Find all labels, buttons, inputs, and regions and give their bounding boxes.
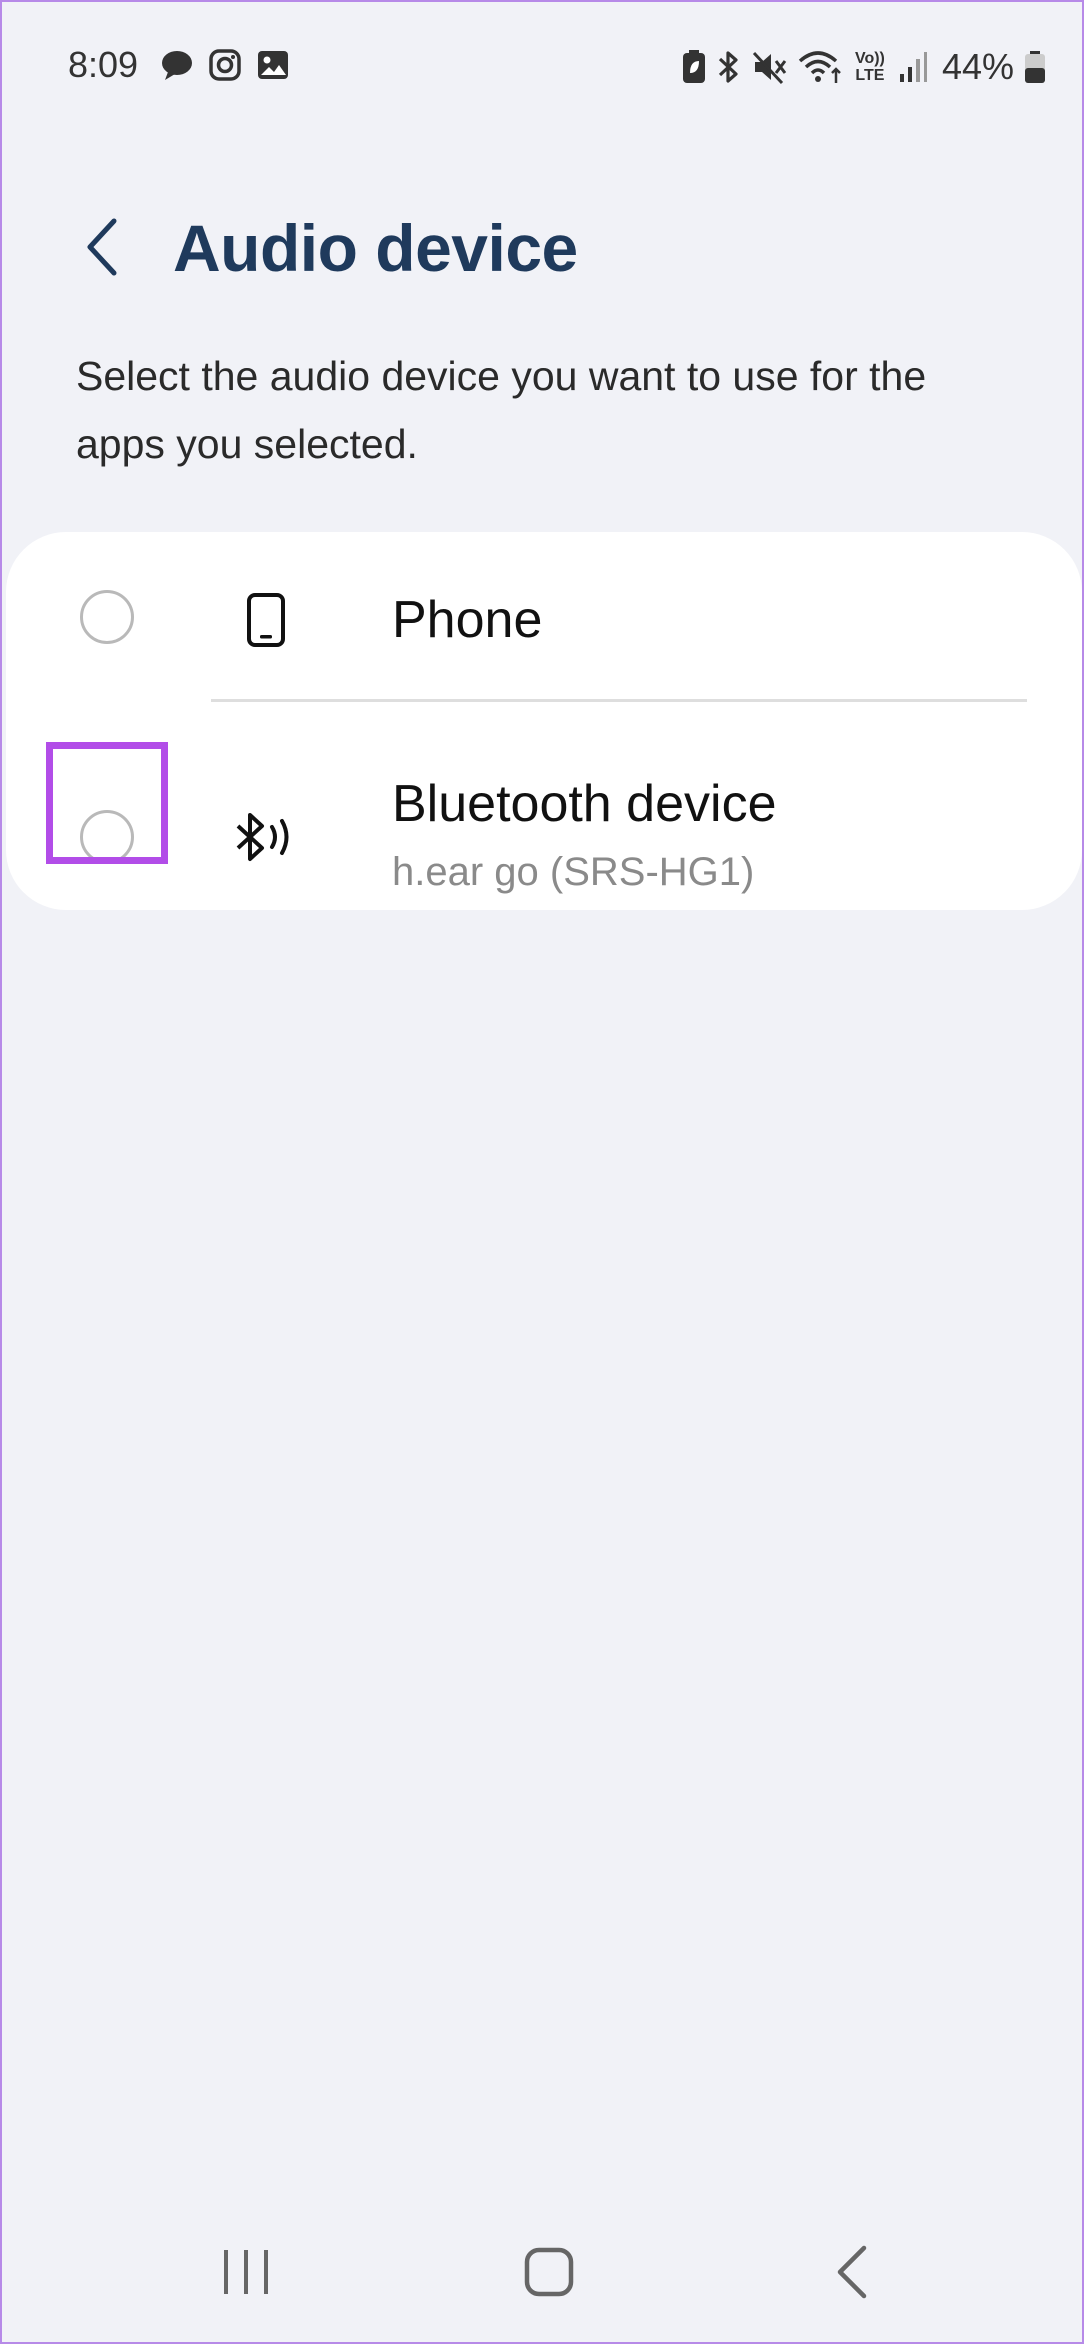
recents-icon: [224, 2250, 268, 2294]
device-option-bluetooth[interactable]: Bluetooth device h.ear go (SRS-HG1): [6, 702, 1082, 910]
status-right-icons: Vo)) LTE 44%: [682, 46, 1046, 88]
instagram-icon: [208, 48, 242, 82]
chevron-left-icon: [87, 218, 117, 276]
status-time: 8:09: [68, 44, 139, 85]
wifi-icon: [798, 49, 842, 85]
bluetooth-device-label: Bluetooth device: [392, 775, 777, 833]
home-button[interactable]: [499, 2222, 599, 2322]
signal-icon: [898, 50, 928, 84]
bluetooth-device-name: h.ear go (SRS-HG1): [392, 850, 755, 894]
navigation-bar: [2, 2222, 1082, 2322]
battery-icon: [1024, 50, 1046, 84]
bluetooth-radio-button[interactable]: [80, 810, 134, 864]
mute-icon: [752, 49, 788, 85]
volte-top-text: Vo)): [854, 50, 885, 67]
volte-icon: Vo)) LTE: [852, 50, 888, 84]
device-option-phone[interactable]: Phone: [6, 532, 1082, 702]
phone-label: Phone: [392, 591, 543, 649]
volte-bottom-text: LTE: [855, 67, 885, 84]
home-icon: [524, 2247, 574, 2297]
bluetooth-audio-icon: [228, 802, 300, 872]
gallery-icon: [256, 48, 290, 82]
battery-saver-icon: [682, 49, 706, 85]
nav-back-button[interactable]: [802, 2222, 902, 2322]
back-button[interactable]: [62, 207, 142, 287]
page-description: Select the audio device you want to use …: [76, 353, 927, 467]
battery-percent: 44%: [941, 46, 1014, 87]
chat-icon: [160, 48, 194, 82]
status-bar: 8:09 Vo)) LTE 44%: [2, 2, 1082, 132]
phone-icon: [232, 586, 300, 654]
back-icon: [837, 2245, 867, 2299]
bluetooth-icon: [716, 49, 742, 85]
device-list-card: Phone Bluetooth device h.ear go (SRS-HG1…: [6, 532, 1082, 910]
status-left-icons: [160, 48, 290, 82]
page-title: Audio device: [173, 211, 578, 285]
recents-button[interactable]: [196, 2222, 296, 2322]
phone-radio-button[interactable]: [80, 590, 134, 644]
